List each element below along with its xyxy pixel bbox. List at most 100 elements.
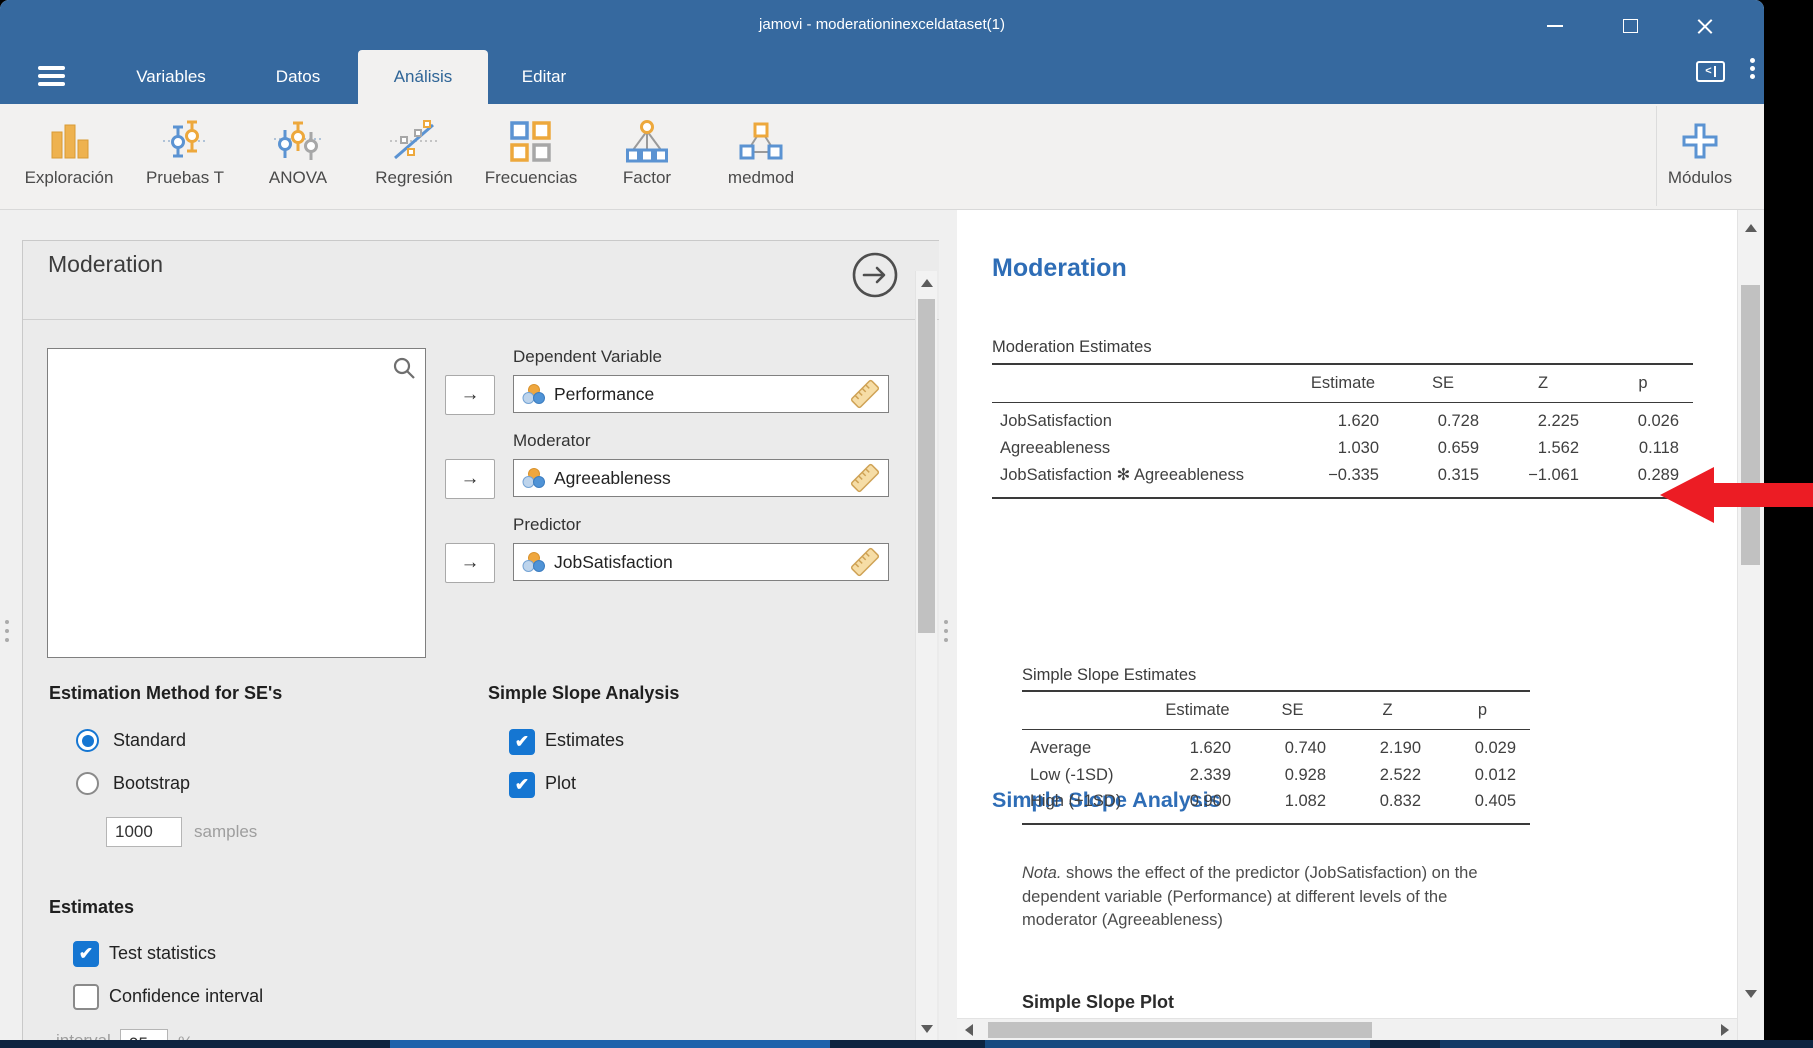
simple-slope-estimates-table: Estimate SE Z p Average 1.620 0.740 2.19… xyxy=(1022,690,1530,825)
available-variables-list[interactable] xyxy=(47,348,426,658)
predictor-label: Predictor xyxy=(513,515,581,535)
confidence-interval-checkbox[interactable] xyxy=(73,984,99,1010)
ribbon-item-modulos[interactable]: Módulos xyxy=(1635,108,1764,188)
left-edge-splitter[interactable] xyxy=(5,620,9,642)
table-header-row: Estimate SE Z p xyxy=(992,364,1693,402)
estimation-method-heading: Estimation Method for SE's xyxy=(49,683,282,704)
bootstrap-radio-label[interactable]: Bootstrap xyxy=(113,773,190,794)
table-row: High (+1SD) 0.900 1.082 0.832 0.405 xyxy=(1022,791,1530,824)
dependent-variable-field[interactable]: Performance xyxy=(513,375,889,413)
ribbon-item-medmod[interactable]: medmod xyxy=(696,108,826,188)
scroll-left-icon[interactable] xyxy=(965,1024,973,1036)
bar-chart-icon xyxy=(46,108,92,166)
table-note: Nota. shows the effect of the predictor … xyxy=(1022,862,1508,933)
right-arrow-icon: → xyxy=(461,468,480,490)
interval-label: interval xyxy=(56,1031,111,1040)
assign-moderator-button[interactable]: → xyxy=(445,459,495,499)
table-row: JobSatisfaction 1.620 0.728 2.225 0.026 xyxy=(992,402,1693,433)
nominal-variable-icon xyxy=(522,383,546,405)
panel-splitter[interactable] xyxy=(944,620,948,642)
estimates-checkbox-label[interactable]: Estimates xyxy=(545,730,624,751)
ribbon-item-anova[interactable]: ANOVA xyxy=(233,108,363,188)
plot-checkbox[interactable] xyxy=(509,772,535,798)
right-arrow-icon: → xyxy=(461,384,480,406)
frequencies-icon xyxy=(508,108,554,166)
scroll-right-icon[interactable] xyxy=(1721,1024,1729,1036)
hamburger-menu-icon[interactable] xyxy=(38,66,65,86)
results-panel: Moderation Moderation Estimates Estimate… xyxy=(957,210,1737,1040)
tab-editar[interactable]: Editar xyxy=(522,50,566,104)
confidence-interval-label[interactable]: Confidence interval xyxy=(109,986,263,1007)
simple-slope-table-caption: Simple Slope Estimates xyxy=(1022,666,1196,685)
note-body: shows the effect of the predictor (JobSa… xyxy=(1022,864,1478,929)
standard-radio[interactable] xyxy=(76,729,99,752)
overflow-menu-icon[interactable] xyxy=(1750,58,1755,79)
ribbon-item-factor[interactable]: Factor xyxy=(582,108,712,188)
standard-radio-label[interactable]: Standard xyxy=(113,730,186,751)
samples-input[interactable]: 1000 xyxy=(106,817,182,847)
results-hscrollbar-thumb[interactable] xyxy=(988,1022,1372,1038)
results-hscrollbar[interactable] xyxy=(957,1018,1737,1040)
continuous-ruler-icon xyxy=(850,463,880,493)
modules-plus-icon xyxy=(1677,108,1723,166)
assign-dependent-button[interactable]: → xyxy=(445,375,495,415)
table-row: Average 1.620 0.740 2.190 0.029 xyxy=(1022,729,1530,760)
screenshot-canvas: jamovi - moderationinexceldataset(1) Var… xyxy=(0,0,1813,1048)
search-icon[interactable] xyxy=(391,355,417,386)
jamovi-window: jamovi - moderationinexceldataset(1) Var… xyxy=(0,0,1764,1040)
titlebar: jamovi - moderationinexceldataset(1) xyxy=(0,0,1764,50)
assign-predictor-button[interactable]: → xyxy=(445,543,495,583)
collapse-panel-arrow-button[interactable] xyxy=(851,251,899,299)
close-icon xyxy=(1697,18,1713,34)
test-statistics-checkbox[interactable] xyxy=(73,941,99,967)
table-row: Agreeableness 1.030 0.659 1.562 0.118 xyxy=(992,433,1693,464)
interval-input[interactable]: 95 xyxy=(120,1029,168,1040)
ribbon-item-exploracion[interactable]: Exploración xyxy=(4,108,134,188)
scroll-down-icon[interactable] xyxy=(1745,990,1757,998)
table-header-row: Estimate SE Z p xyxy=(1022,691,1530,729)
taskbar-segment[interactable] xyxy=(1440,1040,1620,1048)
options-scrollbar-thumb[interactable] xyxy=(918,299,935,633)
note-prefix: Nota. xyxy=(1022,864,1061,882)
minimize-icon xyxy=(1547,25,1563,27)
results-vscrollbar-thumb[interactable] xyxy=(1741,285,1760,565)
anova-icon xyxy=(274,108,322,166)
regression-icon xyxy=(390,108,438,166)
moderator-value: Agreeableness xyxy=(554,468,850,489)
estimates-checkbox[interactable] xyxy=(509,729,535,755)
maximize-button[interactable] xyxy=(1613,14,1647,38)
ribbon-item-pruebas-t[interactable]: Pruebas T xyxy=(120,108,250,188)
tab-variables[interactable]: Variables xyxy=(136,50,206,104)
close-button[interactable] xyxy=(1688,14,1722,38)
options-scrollbar[interactable] xyxy=(915,271,937,1040)
scroll-up-icon[interactable] xyxy=(1745,224,1757,232)
minimize-button[interactable] xyxy=(1538,14,1572,38)
moderator-field[interactable]: Agreeableness xyxy=(513,459,889,497)
scroll-down-icon[interactable] xyxy=(921,1025,933,1033)
right-arrow-icon: → xyxy=(461,552,480,574)
results-title: Moderation xyxy=(992,254,1127,283)
plot-checkbox-label[interactable]: Plot xyxy=(545,773,576,794)
taskbar-segment[interactable] xyxy=(390,1040,830,1048)
medmod-icon xyxy=(738,108,784,166)
panel-title: Moderation xyxy=(48,251,163,278)
scroll-up-icon[interactable] xyxy=(921,279,933,287)
simple-slope-plot-heading: Simple Slope Plot xyxy=(1022,992,1174,1013)
table-row: JobSatisfaction ✻ Agreeableness −0.335 0… xyxy=(992,464,1693,498)
tab-analisis[interactable]: Análisis xyxy=(358,50,488,104)
collapse-results-icon[interactable]: < xyxy=(1696,61,1725,82)
results-vscrollbar[interactable] xyxy=(1737,210,1763,1040)
tab-datos[interactable]: Datos xyxy=(276,50,320,104)
annotation-arrow-icon xyxy=(1660,467,1714,523)
nominal-variable-icon xyxy=(522,551,546,573)
ribbon-item-frecuencias[interactable]: Frecuencias xyxy=(466,108,596,188)
moderation-options-panel: Moderation → → → Dependent Variable Perf… xyxy=(22,240,939,1040)
predictor-field[interactable]: JobSatisfaction xyxy=(513,543,889,581)
estimates-heading: Estimates xyxy=(49,897,134,918)
test-statistics-label[interactable]: Test statistics xyxy=(109,943,216,964)
taskbar-segment[interactable] xyxy=(985,1040,1370,1048)
window-title: jamovi - moderationinexceldataset(1) xyxy=(0,0,1764,50)
dependent-variable-label: Dependent Variable xyxy=(513,347,662,367)
ribbon-item-regresion[interactable]: Regresión xyxy=(349,108,479,188)
bootstrap-radio[interactable] xyxy=(76,772,99,795)
